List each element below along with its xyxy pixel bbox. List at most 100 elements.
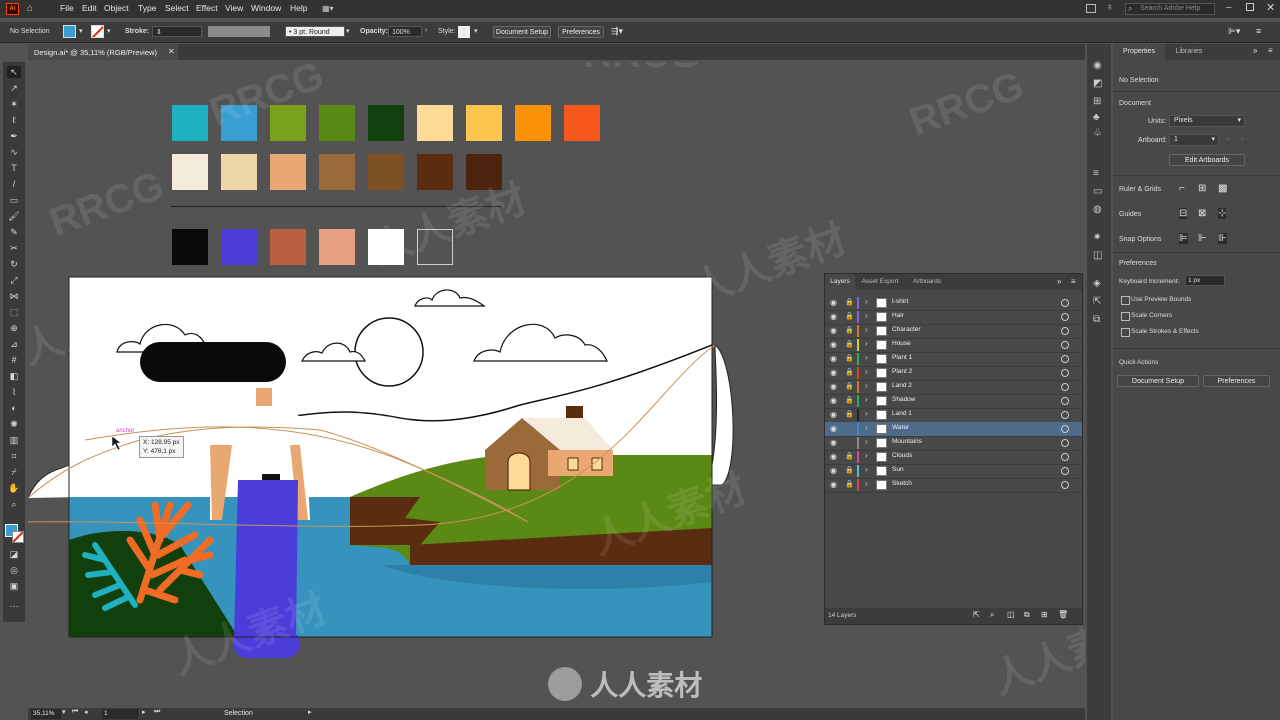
lock-icon[interactable]: 🔒	[845, 452, 854, 460]
panel-menu-icon[interactable]: ≡	[1256, 26, 1261, 36]
swatches-icon[interactable]: ⊞	[1093, 96, 1101, 107]
visibility-eye-icon[interactable]: ◉	[830, 424, 837, 433]
stroke-panel-icon[interactable]: ≡	[1093, 168, 1099, 179]
lock-icon[interactable]: 🔒	[845, 298, 854, 306]
pencil-tool-icon[interactable]: ✎	[7, 226, 21, 238]
lock-icon[interactable]: 🔒	[845, 410, 854, 418]
gradient-panel-icon[interactable]: ▭	[1093, 186, 1102, 197]
scale-tool-icon[interactable]: ⤢	[7, 274, 21, 286]
fill-stroke-control[interactable]	[5, 524, 24, 543]
status-arrow-icon[interactable]: ▸	[308, 708, 312, 716]
layer-row[interactable]: ◉ 🔒 › Shadow	[825, 394, 1082, 409]
style-dropdown-icon[interactable]: ▾	[474, 27, 478, 35]
hand-tool-icon[interactable]: ✋	[7, 482, 21, 494]
prev-artboard-icon[interactable]: ◂	[84, 708, 88, 716]
column-graph-tool-icon[interactable]: ▥	[7, 434, 21, 446]
zoom-field[interactable]: 35,11%	[31, 709, 61, 719]
expand-chevron-icon[interactable]: ›	[865, 381, 868, 390]
visibility-eye-icon[interactable]: ◉	[830, 368, 837, 377]
color-panel-icon[interactable]: ◉	[1093, 60, 1102, 71]
expand-chevron-icon[interactable]: ›	[865, 325, 868, 334]
layer-row[interactable]: ◉ › Mountains	[825, 436, 1082, 451]
layer-row[interactable]: ◉ 🔒 › Clouds	[825, 450, 1082, 465]
target-circle-icon[interactable]	[1061, 369, 1069, 377]
asset-export-icon[interactable]: ⇱	[1093, 296, 1101, 307]
lock-icon[interactable]: 🔒	[845, 312, 854, 320]
layers-panel-icon[interactable]: ◈	[1093, 278, 1101, 289]
type-tool-icon[interactable]: T	[7, 162, 21, 174]
close-icon[interactable]: ✕	[1266, 1, 1275, 14]
fill-dropdown-icon[interactable]: ▾	[79, 27, 83, 35]
menu-edit[interactable]: Edit	[82, 3, 97, 13]
maximize-icon[interactable]	[1246, 3, 1254, 11]
arrange-documents-icon[interactable]	[1086, 4, 1096, 13]
target-circle-icon[interactable]	[1061, 383, 1069, 391]
eyedropper-tool-icon[interactable]: ⌇	[7, 386, 21, 398]
quick-preferences-button[interactable]: Preferences	[1203, 375, 1270, 387]
target-circle-icon[interactable]	[1061, 397, 1069, 405]
gradient-tool-icon[interactable]: ◧	[7, 370, 21, 382]
scale-corners-checkbox[interactable]	[1121, 312, 1130, 321]
panel-options-icon[interactable]: ≡	[1071, 277, 1076, 286]
expand-chevron-icon[interactable]: ›	[865, 353, 868, 362]
expand-chevron-icon[interactable]: ›	[865, 479, 868, 488]
zoom-tool-icon[interactable]: ⌕	[7, 498, 21, 510]
layer-row[interactable]: ◉ 🔒 › Hair	[825, 310, 1082, 325]
workspace-switcher-icon[interactable]: ▦▾	[322, 4, 344, 14]
layer-row[interactable]: ◉ 🔒 › Sketch	[825, 478, 1082, 493]
lock-icon[interactable]: 🔒	[845, 382, 854, 390]
lock-icon[interactable]: 🔒	[845, 480, 854, 488]
target-circle-icon[interactable]	[1061, 355, 1069, 363]
menu-view[interactable]: View	[225, 3, 243, 13]
lock-icon[interactable]: 🔒	[845, 368, 854, 376]
magic-wand-tool-icon[interactable]: ✶	[7, 98, 21, 110]
transparency-icon[interactable]: ◍	[1093, 204, 1102, 215]
lock-guides-icon[interactable]: ⊠	[1198, 208, 1206, 219]
lock-icon[interactable]: 🔒	[845, 466, 854, 474]
expand-chevron-icon[interactable]: ›	[865, 367, 868, 376]
locate-object-icon[interactable]: ⌕	[990, 610, 994, 620]
layer-row[interactable]: ◉ 🔒 › Plant 1	[825, 352, 1082, 367]
target-circle-icon[interactable]	[1061, 341, 1069, 349]
use-preview-bounds-checkbox[interactable]	[1121, 296, 1130, 305]
minimize-icon[interactable]: –	[1226, 2, 1232, 13]
tab-properties[interactable]: Properties	[1113, 44, 1165, 60]
quick-document-setup-button[interactable]: Document Setup	[1117, 375, 1199, 387]
rotate-tool-icon[interactable]: ↻	[7, 258, 21, 270]
last-artboard-icon[interactable]: ⏭	[154, 708, 160, 716]
target-circle-icon[interactable]	[1061, 439, 1069, 447]
layer-row[interactable]: ◉ 🔒 › Character	[825, 324, 1082, 339]
opacity-field[interactable]: 100%	[388, 26, 422, 37]
target-circle-icon[interactable]	[1061, 299, 1069, 307]
prev-artboard-arrow-icon[interactable]: ‹	[1227, 134, 1230, 143]
show-guides-icon[interactable]: ⊟	[1179, 208, 1188, 219]
graphic-styles-icon[interactable]: ◫	[1093, 250, 1102, 261]
lock-icon[interactable]: 🔒	[845, 340, 854, 348]
slice-tool-icon[interactable]: ⌿	[7, 466, 21, 478]
symbols-icon[interactable]: ♧	[1093, 128, 1102, 139]
new-layer-icon[interactable]: ⊞	[1041, 610, 1048, 619]
fill-color-swatch[interactable]	[63, 25, 76, 38]
scale-strokes-checkbox[interactable]	[1121, 328, 1130, 337]
variable-width-profile[interactable]	[208, 26, 270, 37]
stroke-color-swatch[interactable]	[91, 25, 104, 38]
tab-libraries[interactable]: Libraries	[1167, 44, 1211, 60]
expand-chevron-icon[interactable]: ›	[865, 297, 868, 306]
expand-chevron-icon[interactable]: ›	[865, 465, 868, 474]
layer-row[interactable]: ◉ 🔒 › Land 2	[825, 380, 1082, 395]
expand-chevron-icon[interactable]: ›	[865, 339, 868, 348]
delete-layer-icon[interactable]: 🗑	[1058, 610, 1068, 619]
shape-builder-tool-icon[interactable]: ⊕	[7, 322, 21, 334]
menu-object[interactable]: Object	[104, 3, 129, 13]
align-icon[interactable]: ⊫▾	[1228, 26, 1240, 37]
new-sublayer-icon[interactable]: ⧉	[1024, 610, 1030, 620]
preferences-button[interactable]: Preferences	[558, 26, 604, 38]
tab-artboards[interactable]: Artboards	[907, 274, 947, 290]
target-circle-icon[interactable]	[1061, 327, 1069, 335]
keyboard-increment-field[interactable]: 1 px	[1185, 275, 1225, 286]
menu-file[interactable]: File	[60, 3, 74, 13]
home-icon[interactable]: ⌂	[27, 3, 39, 14]
snap-to-point-icon[interactable]: ⊫	[1179, 233, 1188, 244]
scissors-tool-icon[interactable]: ✂	[7, 242, 21, 254]
grid-icon[interactable]: ⊞	[1198, 183, 1206, 194]
